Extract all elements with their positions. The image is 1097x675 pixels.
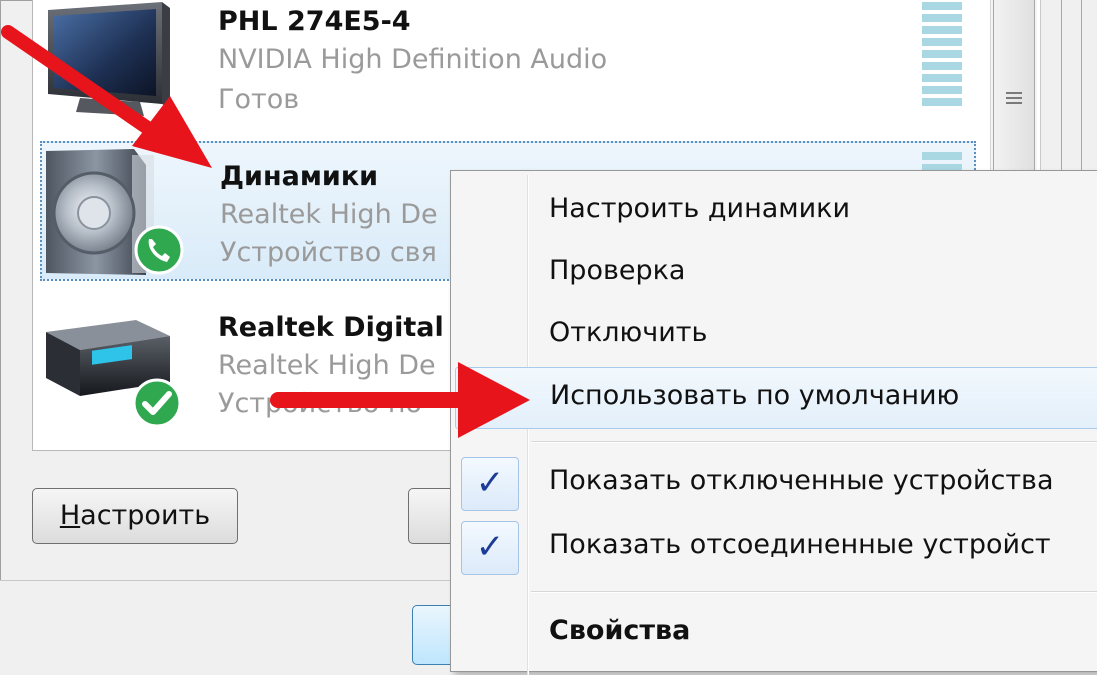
menu-separator bbox=[531, 441, 1097, 443]
menu-item-label: Проверка bbox=[549, 255, 686, 286]
menu-item-set-default[interactable]: Использовать по умолчанию bbox=[455, 367, 1097, 429]
edge-line bbox=[1061, 0, 1062, 175]
level-meter bbox=[922, 2, 962, 110]
device-name: PHL 274E5-4 bbox=[218, 6, 411, 37]
menu-item-test[interactable]: Проверка bbox=[455, 245, 1097, 303]
menu-item-show-disconnected[interactable]: ✓ Показать отсоединенные устройст bbox=[455, 519, 1097, 577]
monitor-icon bbox=[40, 0, 200, 140]
configure-label: астроить bbox=[80, 500, 211, 531]
menu-item-properties[interactable]: Свойства bbox=[455, 605, 1097, 663]
menu-separator bbox=[531, 591, 1097, 593]
menu-item-label: Отключить bbox=[549, 317, 708, 348]
configure-accelerator: Н bbox=[59, 500, 81, 531]
phone-badge-icon bbox=[134, 225, 184, 279]
device-status: Устройство по bbox=[218, 388, 422, 419]
menu-item-label: Свойства bbox=[549, 615, 691, 646]
menu-item-label: Использовать по умолчанию bbox=[550, 380, 960, 411]
default-check-badge-icon bbox=[132, 378, 182, 432]
edge-line bbox=[1081, 0, 1082, 175]
menu-item-disable[interactable]: Отключить bbox=[455, 307, 1097, 365]
device-name: Realtek Digital bbox=[218, 312, 444, 343]
checkmark-icon: ✓ bbox=[461, 457, 519, 511]
device-driver: NVIDIA High Definition Audio bbox=[218, 44, 608, 75]
device-status: Устройство свя bbox=[220, 237, 437, 268]
device-driver: Realtek High De bbox=[218, 350, 436, 381]
device-driver: Realtek High De bbox=[220, 199, 438, 230]
grip-icon bbox=[1006, 92, 1022, 107]
menu-item-configure-speakers[interactable]: Настроить динамики bbox=[455, 183, 1097, 241]
device-item-phl[interactable]: PHL 274E5-4 NVIDIA High Definition Audio… bbox=[40, 0, 976, 140]
device-name: Динамики bbox=[220, 161, 379, 192]
device-status: Готов bbox=[218, 84, 300, 115]
checkmark-icon: ✓ bbox=[461, 521, 519, 575]
menu-item-label: Настроить динамики bbox=[549, 193, 851, 224]
menu-item-label: Показать отключенные устройства bbox=[549, 465, 1054, 496]
configure-button[interactable]: Настроить bbox=[32, 488, 238, 544]
context-menu[interactable]: Настроить динамики Проверка Отключить Ис… bbox=[450, 170, 1097, 675]
menu-item-show-disabled[interactable]: ✓ Показать отключенные устройства bbox=[455, 455, 1097, 513]
menu-item-label: Показать отсоединенные устройст bbox=[549, 529, 1051, 560]
